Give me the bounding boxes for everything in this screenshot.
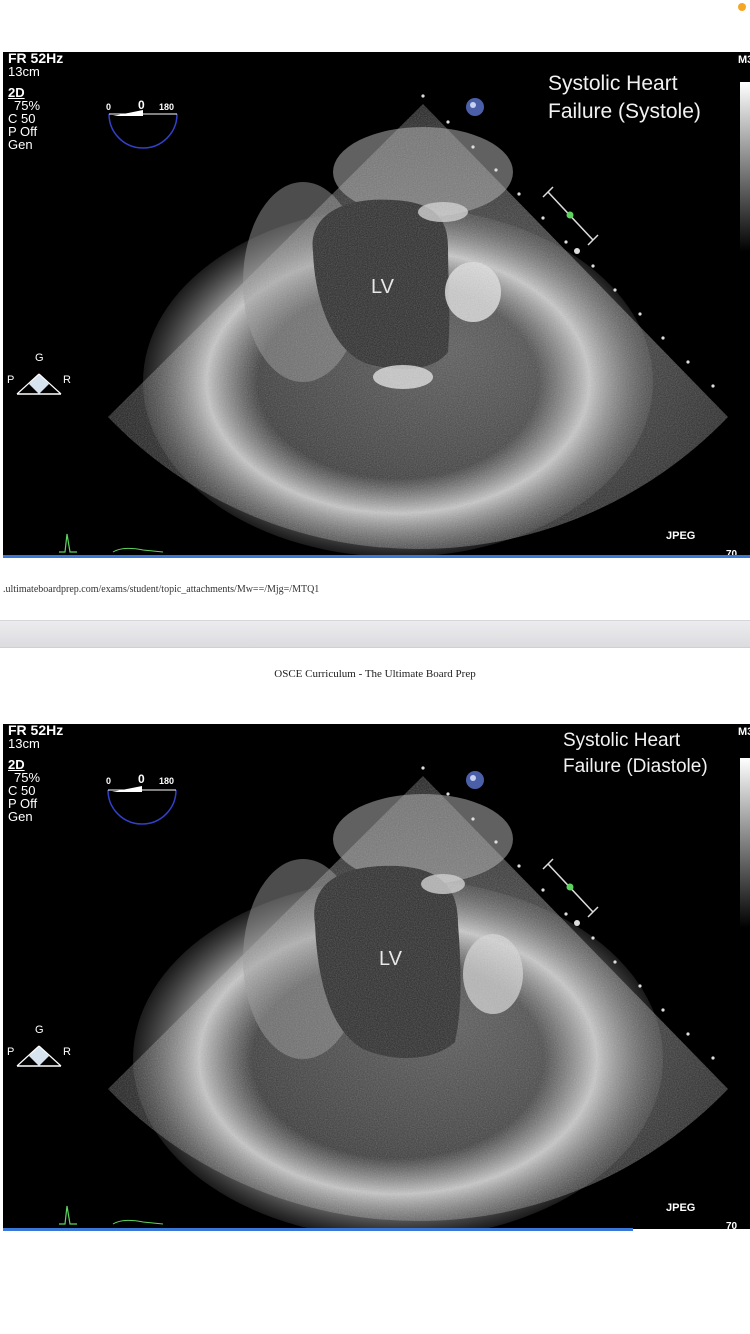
progress-bar (3, 1228, 633, 1231)
caption-line-1: Systolic Heart (563, 730, 681, 751)
jpeg-label: JPEG (666, 530, 696, 542)
orientation-top: G (35, 352, 44, 364)
orientation-top: G (35, 1024, 44, 1036)
ultrasound-params: FR 52Hz 13cm 2D 75% C 50 P Off Gen (8, 724, 63, 823)
url-text[interactable]: .ultimateboardprep.com/exams/student/top… (3, 584, 319, 595)
depth: 13cm (8, 64, 40, 79)
ultrasound-sector (16, 758, 750, 1229)
angle-min: 0 (106, 776, 112, 786)
ultrasound-sector (16, 82, 750, 557)
frequency: Gen (8, 137, 33, 152)
orientation-left: P (7, 374, 15, 386)
page-header: OSCE Curriculum - The Ultimate Board Pre… (274, 668, 476, 680)
jpeg-label: JPEG (666, 1202, 696, 1214)
angle-max: 180 (159, 102, 175, 112)
angle-min: 0 (106, 102, 112, 112)
angle-value: 0 (138, 98, 145, 112)
caption-line-2: Failure (Diastole) (563, 756, 708, 777)
caption: Systolic Heart Failure (Systole) (548, 70, 701, 126)
page-separator (0, 620, 750, 648)
corner-number: 70 (726, 1221, 738, 1229)
m-label: M3 (738, 54, 750, 66)
orientation-right: R (63, 374, 71, 386)
depth: 13cm (8, 736, 40, 751)
status-dot-icon (738, 3, 746, 11)
orientation-left: P (7, 1046, 15, 1058)
lv-label: LV (379, 948, 402, 970)
lv-label: LV (371, 276, 394, 298)
echo-image-systole: FR 52Hz 13cm 2D 75% C 50 P Off Gen 0 0 1… (3, 52, 750, 557)
caption: Systolic Heart Failure (Diastole) (563, 728, 708, 780)
angle-value: 0 (138, 772, 145, 786)
echo-image-diastole: FR 52Hz 13cm 2D 75% C 50 P Off Gen 0 0 1… (3, 724, 750, 1229)
ultrasound-params: FR 52Hz 13cm 2D 75% C 50 P Off Gen (8, 52, 63, 151)
progress-bar (3, 555, 750, 558)
caption-line-2: Failure (Systole) (548, 100, 701, 123)
angle-max: 180 (159, 776, 175, 786)
caption-line-1: Systolic Heart (548, 72, 678, 95)
frequency: Gen (8, 809, 33, 824)
m-label: M3 (738, 726, 750, 738)
orientation-right: R (63, 1046, 71, 1058)
